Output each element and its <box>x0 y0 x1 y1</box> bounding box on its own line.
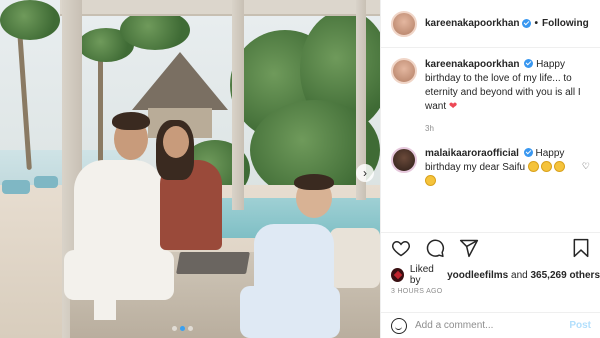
carousel-indicator <box>172 326 193 331</box>
liker-avatar[interactable] <box>391 268 404 282</box>
comment-item: malaikaaroraofficial Happy birthday my d… <box>391 147 590 189</box>
author-avatar[interactable] <box>391 10 417 37</box>
post-button[interactable]: Post <box>569 320 591 331</box>
likes-suffix[interactable]: others <box>569 270 600 281</box>
man-hair <box>112 112 150 130</box>
action-bar <box>381 232 600 262</box>
caption-age: 3h <box>425 124 434 133</box>
person-child <box>240 210 350 338</box>
caption-username[interactable]: kareenakapoorkhan <box>425 59 520 70</box>
post-timestamp[interactable]: 3 HOURS AGO <box>391 288 443 295</box>
header-separator: • <box>534 18 539 29</box>
verified-badge-icon <box>524 59 534 68</box>
face-emoji-icon <box>527 161 539 172</box>
beach-lounger <box>2 180 30 194</box>
following-button[interactable]: Following <box>542 18 589 29</box>
author-avatar[interactable] <box>391 58 417 84</box>
comment-like-heart-icon[interactable]: ♡ <box>582 147 590 172</box>
post-photo[interactable]: › <box>0 0 380 338</box>
child-hair <box>294 174 334 190</box>
likes-connector: and <box>511 269 528 281</box>
face-emoji-icon <box>540 161 552 172</box>
add-comment-bar: Post <box>381 312 600 338</box>
verified-badge-icon <box>523 148 533 157</box>
author-username[interactable]: kareenakapoorkhan <box>425 18 520 29</box>
comment-input[interactable] <box>415 320 570 331</box>
comments-section: kareenakapoorkhan Happy birthday to the … <box>381 48 600 224</box>
woman-head <box>163 126 189 158</box>
pergola-pillar <box>232 0 244 210</box>
liker-username[interactable]: yoodleefilms <box>447 270 508 281</box>
carousel-next-button[interactable]: › <box>356 164 374 182</box>
palm-leaves <box>0 0 60 40</box>
face-emoji-icon <box>553 161 565 172</box>
carousel-dot-active <box>180 326 185 331</box>
comment-text-block: malaikaaroraofficial Happy birthday my d… <box>425 147 565 189</box>
post-side-panel: kareenakapoorkhan • Following kareenakap… <box>380 0 600 338</box>
heart-icon[interactable] <box>391 238 411 258</box>
hut-roof <box>132 52 228 110</box>
caption: kareenakapoorkhan Happy birthday to the … <box>391 58 590 114</box>
palm-leaves <box>120 10 190 50</box>
smiley-icon[interactable] <box>391 317 407 334</box>
likes-prefix: Liked by <box>409 264 434 286</box>
likes-count[interactable]: 365,269 <box>531 270 567 281</box>
carousel-dot <box>172 326 177 331</box>
carousel-dot <box>188 326 193 331</box>
pergola-beam <box>60 0 380 16</box>
emoji-group <box>425 175 436 186</box>
bookmark-icon[interactable] <box>571 238 591 258</box>
post-header: kareenakapoorkhan • Following <box>381 0 600 48</box>
share-icon[interactable] <box>459 238 479 258</box>
red-heart-emoji-icon: ❤ <box>448 101 458 112</box>
laptop <box>176 252 250 274</box>
verified-badge-icon <box>521 19 531 28</box>
face-emoji-icon <box>425 175 436 186</box>
commenter-username[interactable]: malaikaaroraofficial <box>425 148 519 159</box>
emoji-group <box>527 161 565 172</box>
commenter-avatar[interactable] <box>391 147 417 173</box>
caption-text-block: kareenakapoorkhan Happy birthday to the … <box>425 58 585 114</box>
likes-summary: Liked by yoodleefilms and 365,269 others <box>391 264 600 286</box>
comment-icon[interactable] <box>425 238 445 258</box>
beach-lounger <box>34 176 58 188</box>
